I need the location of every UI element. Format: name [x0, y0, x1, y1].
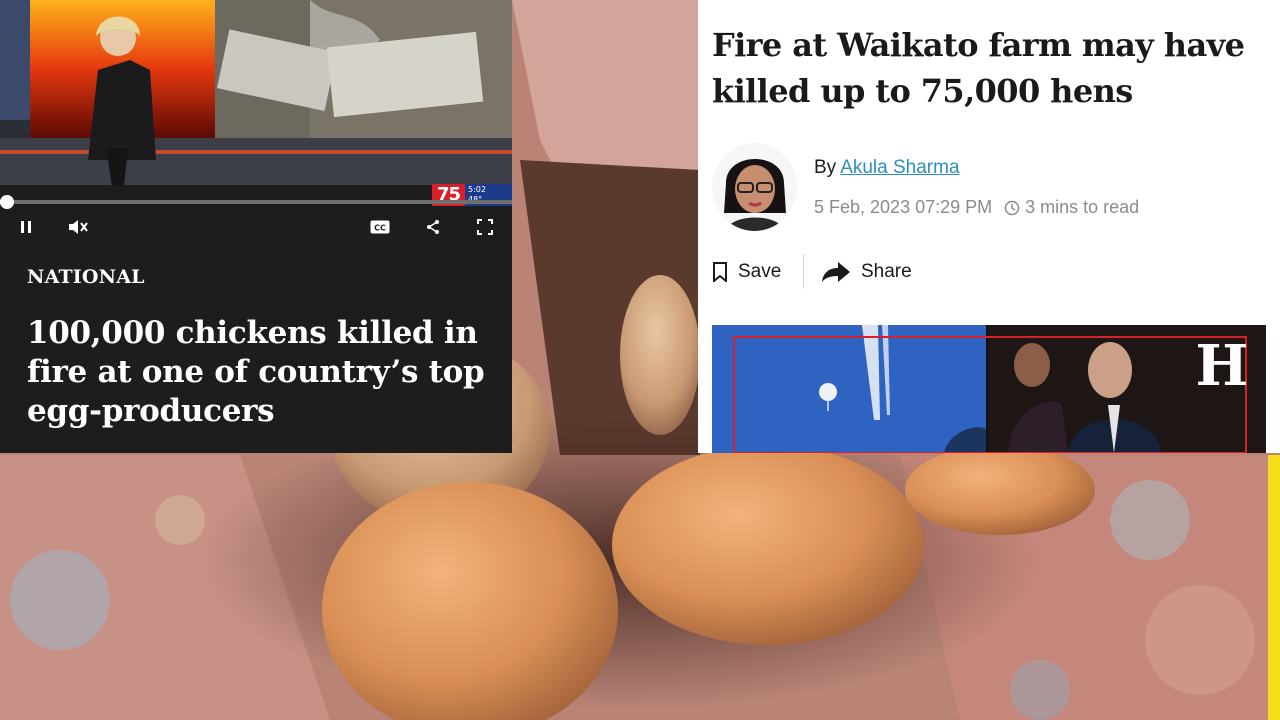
save-button[interactable]: Save	[712, 255, 781, 289]
article-image-collage: H	[712, 325, 1266, 453]
captions-icon: CC	[370, 220, 390, 234]
article-meta: 5 Feb, 2023 07:29 PM 3 mins to read	[814, 197, 1139, 218]
article-title: Fire at Waikato farm may have killed up …	[712, 26, 1245, 110]
pause-icon	[21, 221, 31, 233]
badge-time: 5:02	[468, 185, 486, 194]
progress-bar[interactable]	[0, 200, 512, 204]
byline-prefix: By	[814, 157, 837, 178]
author-photo-image	[712, 143, 797, 231]
muted-speaker-icon	[69, 220, 88, 234]
share-article-button[interactable]: Share	[821, 255, 912, 289]
article-panel: Fire at Waikato farm may have killed up …	[698, 0, 1280, 453]
video-headline[interactable]: 100,000 chickens killed in fire at one o…	[27, 314, 497, 431]
author-avatar[interactable]	[712, 143, 797, 231]
byline: By Akula Sharma	[814, 157, 960, 179]
share-label: Share	[861, 261, 912, 282]
action-divider	[803, 254, 804, 289]
captions-button[interactable]: CC	[367, 214, 393, 240]
publisher-logo: H	[1196, 333, 1249, 399]
save-label: Save	[738, 261, 782, 282]
svg-text:CC: CC	[374, 224, 386, 233]
bookmark-icon	[713, 262, 727, 282]
accent-strip	[1268, 455, 1280, 720]
article-hero-image[interactable]: H	[712, 325, 1266, 453]
pause-button[interactable]	[13, 214, 39, 240]
progress-scrubber-handle[interactable]	[0, 195, 14, 209]
video-frame[interactable]: 75 5:02 48°	[0, 0, 512, 208]
share-icon	[427, 220, 439, 234]
clock-icon	[1004, 200, 1020, 215]
publish-date: 5 Feb, 2023 07:29 PM	[814, 197, 993, 217]
read-time: 3 mins to read	[1025, 197, 1140, 217]
section-label: NATIONAL	[27, 266, 145, 288]
clipped-category-strip	[713, 0, 883, 3]
news-broadcast-image	[0, 0, 512, 208]
video-player: 75 5:02 48° CC NATIO	[0, 0, 512, 453]
share-button[interactable]	[420, 214, 446, 240]
fullscreen-icon	[477, 219, 493, 235]
fullscreen-button[interactable]	[472, 214, 498, 240]
author-link[interactable]: Akula Sharma	[840, 157, 959, 178]
share-arrow-icon	[822, 262, 850, 282]
mute-button[interactable]	[65, 214, 91, 240]
